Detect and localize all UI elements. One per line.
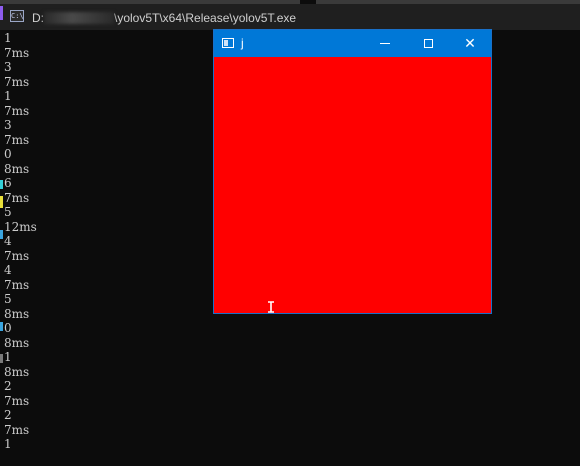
console-line: 8ms — [4, 306, 30, 321]
console-line: 4 — [4, 263, 12, 277]
console-line: 2 — [4, 408, 12, 422]
console-line: 7ms — [4, 74, 30, 89]
maximize-button[interactable] — [407, 30, 449, 57]
popup-window[interactable]: j ✕ — [213, 29, 492, 314]
console-line: 2 — [4, 379, 12, 393]
popup-title: j — [241, 36, 244, 50]
popup-canvas[interactable] — [214, 57, 491, 313]
close-icon: ✕ — [464, 35, 476, 52]
console-line: 8ms — [4, 364, 30, 379]
console-line: 1 — [4, 437, 12, 451]
console-line: 7ms — [4, 277, 30, 292]
console-line: 7ms — [4, 248, 30, 263]
edge-marker — [0, 354, 3, 363]
edge-marker — [0, 180, 3, 189]
console-title-suffix: \yolov5T\x64\Release\yolov5T.exe — [114, 11, 297, 25]
console-line: 5 — [4, 205, 12, 219]
edge-marker — [0, 6, 3, 20]
window-app-icon — [222, 38, 234, 48]
popup-titlebar[interactable]: j ✕ — [214, 30, 491, 57]
console-line: 8ms — [4, 161, 30, 176]
maximize-icon — [423, 39, 433, 48]
console-line: 12ms — [4, 219, 37, 234]
console-line: 3 — [4, 118, 12, 132]
edge-marker — [0, 230, 3, 239]
console-line: 3 — [4, 60, 12, 74]
console-line: 0 — [4, 147, 12, 161]
redacted-path — [44, 12, 114, 24]
console-line: 1 — [4, 31, 12, 45]
console-line: 7ms — [4, 103, 30, 118]
minimize-button[interactable] — [364, 30, 406, 57]
console-line: 8ms — [4, 335, 30, 350]
console-title-prefix: D: — [32, 11, 44, 25]
console-line: 0 — [4, 321, 12, 335]
console-line: 7ms — [4, 132, 30, 147]
console-titlebar[interactable]: C:\ D: \yolov5T\x64\Release\yolov5T.exe — [0, 4, 580, 30]
console-line: 1 — [4, 350, 12, 364]
close-button[interactable]: ✕ — [449, 30, 491, 57]
console-line: 5 — [4, 292, 12, 306]
edge-marker — [0, 196, 3, 208]
minimize-icon — [380, 43, 390, 44]
console-line: 4 — [4, 234, 12, 248]
console-line: 6 — [4, 176, 12, 190]
console-line: 7ms — [4, 190, 30, 205]
console-output[interactable]: 1 7ms 3 7ms 1 7ms 3 7ms 0 8ms 6 7ms 5 12ms 4 7ms 4 7ms 5 8m… — [4, 31, 37, 452]
console-line: 7ms — [4, 45, 30, 60]
console-title: D: \yolov5T\x64\Release\yolov5T.exe — [32, 11, 296, 25]
console-app-icon: C:\ — [10, 10, 24, 22]
console-line: 7ms — [4, 393, 30, 408]
console-line: 7ms — [4, 422, 30, 437]
text-cursor-icon — [268, 301, 274, 313]
console-line: 1 — [4, 89, 12, 103]
edge-marker — [0, 322, 3, 331]
